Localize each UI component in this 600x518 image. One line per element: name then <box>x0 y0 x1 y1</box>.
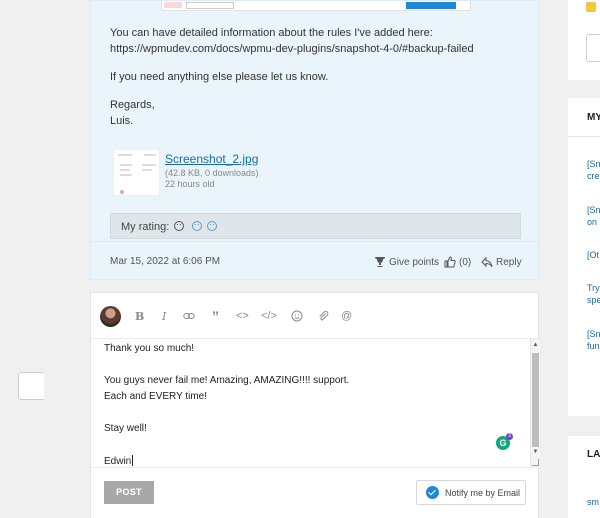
reply-divider <box>91 241 538 242</box>
embedded-screenshot-strip <box>161 1 471 11</box>
bold-icon[interactable]: B <box>135 309 144 323</box>
italic-icon[interactable]: I <box>162 309 166 323</box>
signoff-name: Luis. <box>110 115 134 127</box>
emoji-icon[interactable] <box>291 309 303 323</box>
scroll-up-arrow-icon[interactable]: ▲ <box>532 342 539 348</box>
link-icon[interactable] <box>183 309 195 323</box>
code-block-icon[interactable]: </> <box>261 309 277 323</box>
editor-scrollbar[interactable]: ▲ ▼ <box>530 339 540 467</box>
editor-line-4: Stay well! <box>104 423 147 434</box>
quote-icon[interactable]: ” <box>212 308 219 324</box>
sidebar-heading-my: MY <box>587 112 600 123</box>
rules-link[interactable]: https://wpmudev.com/docs/wpmu-dev-plugin… <box>110 43 474 55</box>
sidebar-link-1[interactable]: [Sn <box>587 158 600 170</box>
sidebar-input-bottom[interactable] <box>18 372 44 400</box>
reply-textarea[interactable]: Thank you so much! You guys never fail m… <box>91 338 540 468</box>
give-points-label: Give points <box>389 256 440 268</box>
avatar <box>100 306 121 327</box>
neutral-face-icon[interactable] <box>192 221 202 231</box>
thumbs-up-icon <box>444 256 456 268</box>
sidebar-input-top[interactable] <box>586 34 600 62</box>
paperclip-icon[interactable] <box>317 309 329 323</box>
editor-line-1: Thank you so much! <box>104 343 195 354</box>
attachment-name[interactable]: Screenshot_2.jpg <box>165 152 258 166</box>
rules-text: You can have detailed information about … <box>110 27 433 39</box>
sidebar-link-1b[interactable]: cre <box>587 170 600 182</box>
reply-date: Mar 15, 2022 at 6:06 PM <box>110 256 221 267</box>
sidebar-separator <box>568 136 600 137</box>
sidebar-heading-latest: LA <box>587 449 600 460</box>
editor-line-2: You guys never fail me! Amazing, AMAZING… <box>104 375 350 386</box>
mention-icon[interactable]: @ <box>341 309 352 323</box>
smile-icon[interactable] <box>174 221 184 231</box>
strip-blue-button <box>406 2 456 9</box>
reply-button[interactable]: Reply <box>481 256 522 268</box>
scroll-down-arrow-icon[interactable]: ▼ <box>532 449 539 455</box>
notify-email-button[interactable]: Notify me by Email <box>416 480 526 505</box>
sad-face-icon[interactable] <box>207 221 217 231</box>
post-button[interactable]: POST <box>104 481 154 504</box>
attachment-size: (42.8 KB, 0 downloads) <box>165 168 259 178</box>
sidebar-link-2[interactable]: [Sn <box>587 204 600 216</box>
sidebar-link-6[interactable]: sm <box>587 496 599 508</box>
sidebar-card-latest: LA sm <box>568 436 600 518</box>
rating-box: My rating: <box>110 213 521 239</box>
give-points-button[interactable]: Give points <box>374 256 439 268</box>
strip-pink-block <box>164 2 182 8</box>
reply-signoff: Regards, Luis. <box>110 97 155 129</box>
reply-paragraph-rules: You can have detailed information about … <box>110 25 474 57</box>
sidebar-link-4b[interactable]: spe <box>587 294 600 306</box>
text-caret <box>132 455 134 466</box>
sidebar-link-5b[interactable]: fun <box>587 340 600 352</box>
sidebar-link-2b[interactable]: on <box>587 216 597 228</box>
editor-card: B I ” <> </> @ Thank you so much! You gu… <box>90 292 540 518</box>
editor-line-5-text: Edwin <box>104 456 132 467</box>
like-count: (0) <box>459 256 472 268</box>
reply-paragraph-help: If you need anything else please let us … <box>110 71 329 83</box>
sidebar-link-3[interactable]: [Ot <box>587 249 599 261</box>
sidebar-link-5[interactable]: [Sn <box>587 328 600 340</box>
sidebar-card-my: MY [Sn cre [Sn on [Ot Try spe [Sn fun <box>568 98 600 416</box>
attachment-meta: (42.8 KB, 0 downloads) 22 hours old <box>165 168 259 190</box>
reply-arrow-icon <box>481 256 493 268</box>
sidebar-link-4[interactable]: Try <box>587 282 600 294</box>
signoff-regards: Regards, <box>110 99 155 111</box>
like-button[interactable]: (0) <box>444 256 471 268</box>
code-icon[interactable]: <> <box>236 309 249 323</box>
editor-line-3: Each and EVERY time! <box>104 391 208 402</box>
strip-ghost-button <box>186 2 234 9</box>
attachment-thumbnail[interactable] <box>113 149 160 196</box>
notify-label: Notify me by Email <box>445 487 521 498</box>
rating-label: My rating: <box>121 221 170 233</box>
attachment-age: 22 hours old <box>165 179 215 189</box>
grammarly-badge: 3 <box>506 433 513 440</box>
trophy-icon <box>375 257 385 267</box>
check-circle-icon <box>426 486 439 499</box>
resize-handle-icon[interactable] <box>532 459 539 466</box>
sidebar-card-top <box>568 0 600 80</box>
reply-card: You can have detailed information about … <box>90 0 539 280</box>
editor-line-5: Edwin <box>104 455 134 467</box>
scroll-thumb[interactable] <box>532 353 539 447</box>
reply-label: Reply <box>496 256 522 268</box>
star-icon <box>586 2 596 12</box>
